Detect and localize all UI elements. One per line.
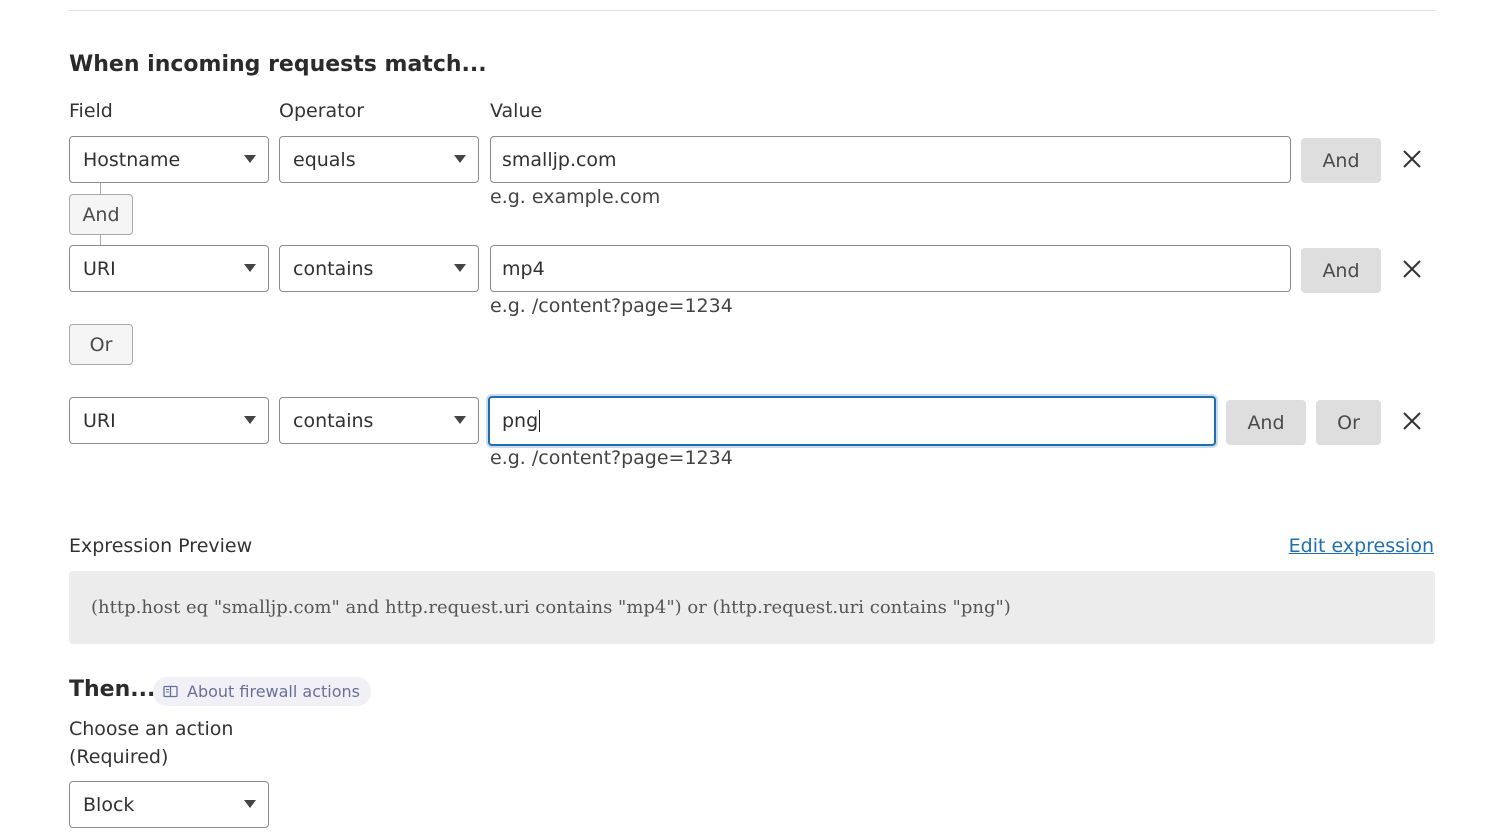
value-input-text: mp4 (502, 257, 545, 280)
field-select-row-1[interactable]: Hostname (69, 136, 269, 183)
expression-preview-box: (http.host eq "smalljp.com" and http.req… (69, 571, 1435, 644)
book-icon (163, 685, 178, 698)
and-button-row-3[interactable]: And (1226, 400, 1306, 445)
chevron-down-icon (244, 416, 256, 424)
chevron-down-icon (244, 264, 256, 272)
action-select[interactable]: Block (69, 781, 269, 828)
and-button-row-2[interactable]: And (1301, 248, 1381, 293)
action-select-value: Block (83, 793, 135, 816)
or-group-button[interactable]: Or (69, 324, 133, 365)
operator-select-row-3[interactable]: contains (279, 397, 479, 444)
about-firewall-actions-text: About firewall actions (187, 682, 360, 701)
chevron-down-icon (454, 416, 466, 424)
value-input-row-1[interactable]: smalljp.com (490, 136, 1291, 183)
value-hint-row-1: e.g. example.com (490, 186, 661, 208)
expression-preview-label: Expression Preview (69, 535, 253, 557)
text-cursor (539, 410, 541, 432)
expression-preview-text: (http.host eq "smalljp.com" and http.req… (91, 597, 1011, 618)
field-select-value: URI (83, 409, 116, 432)
connector-line (100, 235, 101, 245)
value-input-row-3[interactable]: png (488, 396, 1216, 446)
close-icon[interactable] (1400, 409, 1424, 433)
close-icon[interactable] (1400, 147, 1424, 171)
value-input-text: smalljp.com (502, 148, 617, 171)
field-select-row-3[interactable]: URI (69, 397, 269, 444)
value-column-label: Value (490, 100, 543, 122)
then-title: Then... (69, 677, 156, 702)
operator-select-value: contains (293, 409, 374, 432)
operator-select-row-1[interactable]: equals (279, 136, 479, 183)
and-connector-button[interactable]: And (69, 194, 133, 235)
choose-action-text: Choose an action (69, 718, 234, 740)
required-text: (Required) (69, 746, 169, 768)
field-select-value: URI (83, 257, 116, 280)
chevron-down-icon (454, 155, 466, 163)
value-hint-row-2: e.g. /content?page=1234 (490, 295, 733, 317)
value-hint-row-3: e.g. /content?page=1234 (490, 447, 733, 469)
section-title: When incoming requests match... (69, 52, 487, 77)
chevron-down-icon (454, 264, 466, 272)
edit-expression-link[interactable]: Edit expression (1289, 535, 1434, 557)
operator-column-label: Operator (279, 100, 365, 122)
chevron-down-icon (244, 800, 256, 808)
value-input-row-2[interactable]: mp4 (490, 245, 1291, 292)
connector-line (100, 183, 101, 194)
operator-select-value: equals (293, 148, 356, 171)
field-select-row-2[interactable]: URI (69, 245, 269, 292)
and-button-row-1[interactable]: And (1301, 138, 1381, 183)
about-firewall-actions-link[interactable]: About firewall actions (153, 677, 371, 706)
operator-select-value: contains (293, 257, 374, 280)
value-input-text: png (502, 410, 539, 432)
or-button-row-3[interactable]: Or (1316, 400, 1381, 445)
choose-action-label: Choose an action (Required) (69, 715, 233, 771)
field-column-label: Field (69, 100, 113, 122)
field-select-value: Hostname (83, 148, 181, 171)
operator-select-row-2[interactable]: contains (279, 245, 479, 292)
close-icon[interactable] (1400, 257, 1424, 281)
top-divider (69, 10, 1435, 11)
chevron-down-icon (244, 155, 256, 163)
